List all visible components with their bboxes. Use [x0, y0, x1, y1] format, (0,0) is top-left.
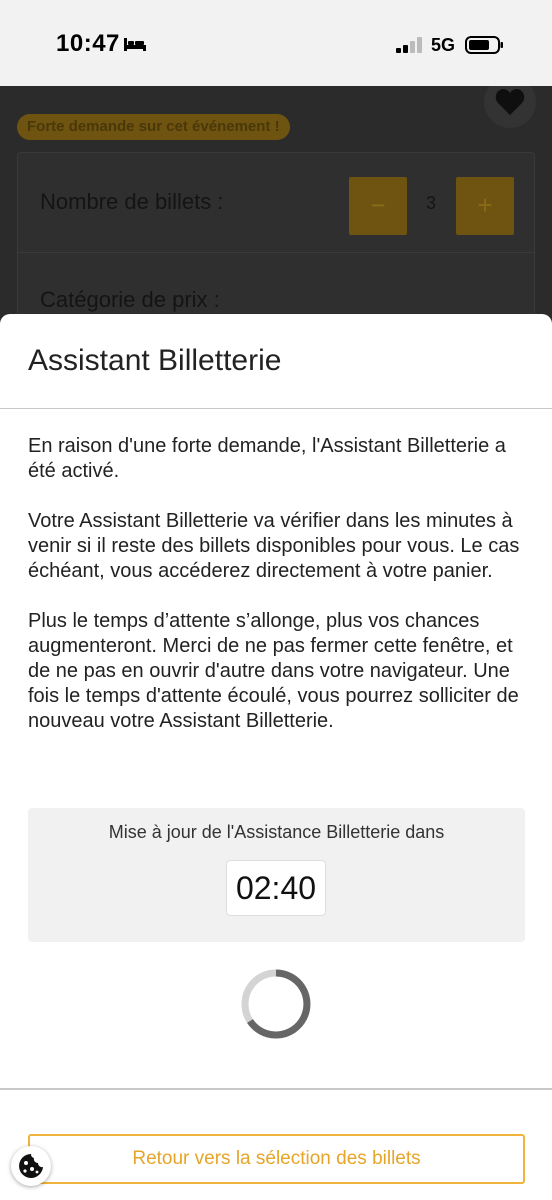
status-time: 10:47 — [56, 30, 120, 57]
decrease-button[interactable]: − — [349, 177, 407, 235]
tickets-row: Nombre de billets : − 3 + — [18, 153, 534, 253]
ticketing-assistant-modal: Assistant Billetterie En raison d'une fo… — [0, 314, 552, 1200]
favorite-button[interactable] — [484, 86, 536, 128]
countdown-panel: Mise à jour de l'Assistance Billetterie … — [28, 808, 525, 942]
back-to-ticket-selection-button[interactable]: Retour vers la sélection des billets — [28, 1134, 525, 1184]
paragraph-verification: Votre Assistant Billetterie va vérifier … — [28, 510, 520, 582]
network-type: 5G — [431, 35, 456, 55]
heart-icon — [495, 89, 525, 115]
paragraph-activation: En raison d'une forte demande, l'Assista… — [28, 435, 506, 482]
footer-divider — [0, 1088, 552, 1090]
background-page: Forte demande sur cet événement ! Nombre… — [0, 86, 552, 314]
paragraph-waiting: Plus le temps d’attente s’allonge, plus … — [28, 610, 519, 732]
status-bar: 10:47 5G — [0, 0, 552, 86]
ticket-quantity: 3 — [426, 193, 437, 213]
ticket-selection-card: Nombre de billets : − 3 + Catégorie de p… — [17, 152, 535, 314]
increase-button[interactable]: + — [456, 177, 514, 235]
cookie-settings-button[interactable] — [11, 1146, 51, 1186]
modal-title: Assistant Billetterie — [28, 344, 282, 377]
signal-icon — [396, 37, 422, 53]
price-category-label: Catégorie de prix : — [40, 287, 220, 312]
countdown-label: Mise à jour de l'Assistance Billetterie … — [108, 822, 445, 842]
bed-icon — [124, 38, 146, 51]
cookie-icon — [19, 1154, 43, 1178]
tickets-label: Nombre de billets : — [40, 189, 224, 214]
countdown-timer: 02:40 — [226, 860, 326, 916]
demand-badge: Forte demande sur cet événement ! — [17, 114, 290, 140]
header-divider — [0, 408, 552, 409]
spinner-icon — [241, 969, 311, 1039]
modal-body: En raison d'une forte demande, l'Assista… — [28, 434, 528, 759]
battery-icon — [465, 36, 503, 54]
